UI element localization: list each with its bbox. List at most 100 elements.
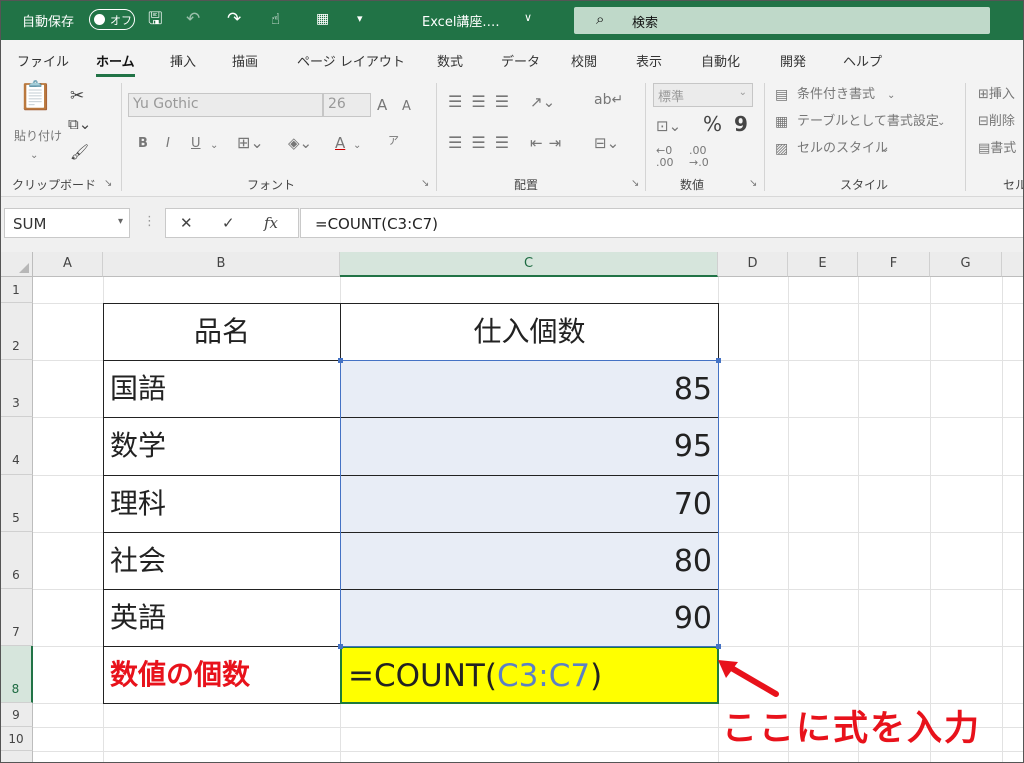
row-header-8[interactable]: 8 xyxy=(0,646,33,703)
column-header-f[interactable]: F xyxy=(858,252,930,277)
shrink-font-button[interactable]: A xyxy=(402,98,411,116)
tab-data[interactable]: データ xyxy=(501,51,540,70)
cut-icon[interactable]: ✂ xyxy=(70,87,84,105)
search-box[interactable]: ⌕ 検索 xyxy=(574,7,990,34)
insert-function-button[interactable]: fx xyxy=(264,214,278,232)
formula-input[interactable]: =COUNT(C3:C7) xyxy=(300,208,1024,238)
cell-b6[interactable]: 社会 xyxy=(103,532,341,590)
chevron-down-icon[interactable]: ⌄ xyxy=(937,114,945,132)
worksheet-grid[interactable]: A B C D E F G 1 2 3 4 5 6 7 8 9 10 品名 仕入… xyxy=(0,252,1024,763)
cell-c7[interactable]: 90 xyxy=(340,589,719,647)
increase-decimal-icon[interactable]: ←0.00 xyxy=(656,145,674,169)
save-icon[interactable]: 🖫 xyxy=(148,9,162,29)
paste-icon[interactable]: 📋 xyxy=(18,82,53,110)
font-launcher-icon[interactable]: ↘ xyxy=(421,178,429,189)
cell-c5[interactable]: 70 xyxy=(340,475,719,533)
redo-icon[interactable]: ↷ xyxy=(227,9,241,29)
tab-review[interactable]: 校閲 xyxy=(571,51,597,70)
tab-formulas[interactable]: 数式 xyxy=(437,51,463,70)
column-header-h[interactable] xyxy=(1002,252,1024,277)
tab-developer[interactable]: 開発 xyxy=(780,51,806,70)
autosave-toggle[interactable]: オフ xyxy=(89,9,135,30)
file-name[interactable]: Excel講座.… xyxy=(422,11,500,30)
border-icon[interactable]: ⊞⌄ xyxy=(237,134,264,152)
cell-b3[interactable]: 国語 xyxy=(103,360,341,418)
tab-insert[interactable]: 挿入 xyxy=(170,51,196,70)
row-header-1[interactable]: 1 xyxy=(0,277,33,303)
tab-page-layout[interactable]: ページ レイアウト xyxy=(297,51,405,70)
currency-icon[interactable]: ⊡⌄ xyxy=(656,117,681,135)
number-launcher-icon[interactable]: ↘ xyxy=(749,178,757,189)
cell-c3[interactable]: 85 xyxy=(340,360,719,418)
tab-draw[interactable]: 描画 xyxy=(232,51,258,70)
font-name-box[interactable]: Yu Gothic xyxy=(128,93,323,117)
vertical-align-icons[interactable]: ☰☰☰ xyxy=(448,93,518,111)
cell-b4[interactable]: 数学 xyxy=(103,417,341,476)
cell-c2[interactable]: 仕入個数 xyxy=(340,303,719,361)
cell-b8[interactable]: 数値の個数 xyxy=(103,646,341,704)
percent-button[interactable]: % xyxy=(703,114,722,134)
format-as-table-icon[interactable]: ▦ xyxy=(775,113,788,131)
form-icon[interactable]: ▦ xyxy=(316,9,329,29)
decrease-decimal-icon[interactable]: .00 →.0 xyxy=(689,145,709,169)
cell-b2[interactable]: 品名 xyxy=(103,303,341,361)
number-format-box[interactable]: 標準 ⌄ xyxy=(653,83,753,107)
phonetic-button[interactable]: ア xyxy=(388,132,399,150)
chevron-down-icon[interactable]: ⌄ xyxy=(881,141,889,159)
wrap-text-icon[interactable]: ab↵ xyxy=(594,91,623,109)
conditional-format-icon[interactable]: ▤ xyxy=(775,86,788,104)
font-color-chevron-icon[interactable]: ⌄ xyxy=(353,137,361,155)
chevron-down-icon[interactable]: ⌄ xyxy=(887,87,895,105)
row-header-5[interactable]: 5 xyxy=(0,475,33,532)
underline-button[interactable]: U xyxy=(191,135,201,153)
tab-automate[interactable]: 自動化 xyxy=(701,51,740,70)
cell-b5[interactable]: 理科 xyxy=(103,475,341,533)
cancel-button[interactable]: ✕ xyxy=(180,214,193,232)
touch-mode-icon[interactable]: ☝ xyxy=(271,9,280,29)
paste-chevron-icon[interactable]: ⌄ xyxy=(30,147,38,165)
format-painter-icon[interactable]: 🖌 xyxy=(70,143,89,161)
column-header-b[interactable]: B xyxy=(103,252,340,277)
indent-icons[interactable]: ⇤⇥ xyxy=(530,134,567,152)
cell-c6[interactable]: 80 xyxy=(340,532,719,590)
customize-icon[interactable]: ▾ xyxy=(357,9,363,29)
delete-cells-button[interactable]: ⊟削除 xyxy=(978,113,1015,131)
merge-cells-icon[interactable]: ⊟⌄ xyxy=(594,134,619,152)
cell-c8-active[interactable]: =COUNT(C3:C7) xyxy=(340,646,719,704)
italic-button[interactable]: I xyxy=(166,135,170,153)
comma-button[interactable]: 9 xyxy=(734,114,748,134)
tab-file[interactable]: ファイル xyxy=(17,51,69,70)
cell-c4[interactable]: 95 xyxy=(340,417,719,476)
underline-chevron-icon[interactable]: ⌄ xyxy=(210,137,218,155)
column-header-a[interactable]: A xyxy=(33,252,103,277)
orientation-icon[interactable]: ↗⌄ xyxy=(530,93,555,111)
column-header-e[interactable]: E xyxy=(788,252,858,277)
clipboard-launcher-icon[interactable]: ↘ xyxy=(104,178,112,189)
grow-font-button[interactable]: A xyxy=(377,96,387,114)
column-header-c[interactable]: C xyxy=(340,252,718,277)
column-header-d[interactable]: D xyxy=(718,252,788,277)
alignment-launcher-icon[interactable]: ↘ xyxy=(631,178,639,189)
row-header-9[interactable]: 9 xyxy=(0,703,33,727)
horizontal-align-icons[interactable]: ☰☰☰ xyxy=(448,134,518,152)
bold-button[interactable]: B xyxy=(138,135,148,153)
chevron-down-icon[interactable]: ∨ xyxy=(524,11,532,24)
conditional-format-button[interactable]: 条件付き書式 xyxy=(797,86,875,104)
insert-cells-button[interactable]: ⊞挿入 xyxy=(978,86,1015,104)
tab-help[interactable]: ヘルプ xyxy=(843,51,882,70)
copy-icon[interactable]: ⧉⌄ xyxy=(68,115,91,133)
row-header-7[interactable]: 7 xyxy=(0,589,33,646)
name-box[interactable]: SUM ▾ xyxy=(4,208,130,238)
cell-b7[interactable]: 英語 xyxy=(103,589,341,647)
more-options-icon[interactable]: ⋮ xyxy=(143,214,156,229)
fill-color-icon[interactable]: ◈⌄ xyxy=(288,134,312,152)
font-size-box[interactable]: 26 xyxy=(323,93,371,117)
enter-button[interactable]: ✓ xyxy=(222,214,235,232)
row-header-11[interactable] xyxy=(0,751,33,763)
tab-home[interactable]: ホーム xyxy=(96,51,135,77)
cell-styles-icon[interactable]: ▨ xyxy=(775,140,788,158)
tab-view[interactable]: 表示 xyxy=(636,51,662,70)
format-cells-button[interactable]: ▤書式 xyxy=(978,140,1016,158)
select-all-button[interactable] xyxy=(0,252,33,277)
row-header-10[interactable]: 10 xyxy=(0,727,33,751)
